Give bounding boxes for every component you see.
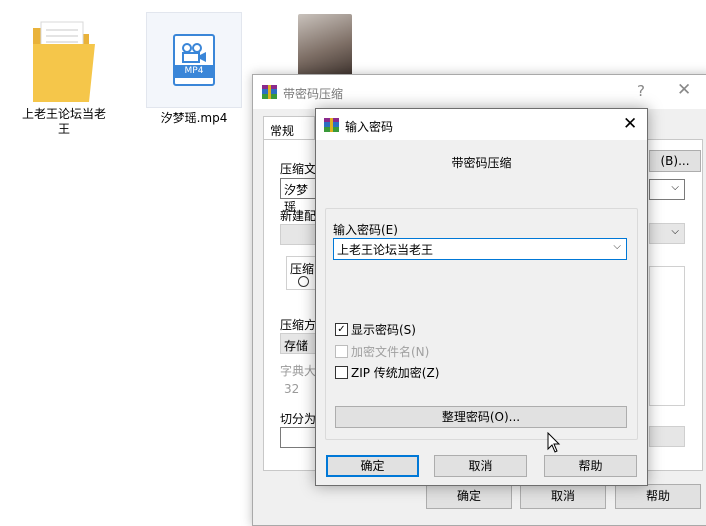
encrypt-filenames-checkbox[interactable]: 加密文件名(N) (335, 343, 429, 360)
dict-label: 字典大 (280, 364, 317, 378)
show-password-label: 显示密码(S) (351, 323, 416, 337)
mp4-label: 汐梦瑶.mp4 (160, 111, 228, 125)
checkbox-checked-icon[interactable]: ✓ (335, 323, 348, 336)
dialog-heading: 带密码压缩 (451, 156, 512, 170)
password-dialog-title: 输入密码 (345, 120, 394, 134)
password-value: 上老王论坛当老王 (337, 243, 434, 257)
new-profile-label: 新建配 (280, 209, 317, 223)
winrar-icon (262, 85, 277, 99)
checkbox-icon[interactable] (335, 345, 348, 358)
folder-icon (33, 21, 95, 102)
image-thumbnail (298, 14, 352, 78)
password-input[interactable]: 上老王论坛当老王 ⌵ (333, 238, 627, 260)
close-icon[interactable]: ✕ (677, 80, 691, 100)
folder-label: 上老王论坛当老 王 (21, 107, 106, 136)
camera-icon (182, 43, 206, 63)
chevron-down-icon: ⌵ (671, 226, 679, 237)
archive-format-label: 压缩 (290, 260, 315, 277)
archive-ok-button[interactable]: 确定 (426, 484, 512, 509)
profile-dropdown[interactable]: ⌵ (649, 223, 685, 244)
ok-button[interactable]: 确定 (326, 455, 419, 477)
archive-help-button[interactable]: 帮助 (615, 484, 701, 509)
archive-window-title: 带密码压缩 (283, 87, 344, 101)
archive-cancel-button[interactable]: 取消 (520, 484, 606, 509)
split-label: 切分为 (280, 412, 317, 426)
archive-name-label: 压缩文 (280, 162, 317, 176)
help-icon[interactable]: ? (637, 82, 645, 100)
zip-legacy-checkbox[interactable]: ZIP 传统加密(Z) (335, 364, 439, 381)
mp4-badge: MP4 (173, 65, 215, 78)
zip-legacy-label: ZIP 传统加密(Z) (351, 366, 440, 380)
dict-value: 32 (284, 382, 300, 396)
side-button[interactable] (649, 426, 685, 447)
mouse-pointer-icon (547, 432, 561, 453)
archive-window-titlebar[interactable]: 带密码压缩 ? ✕ (253, 75, 706, 109)
close-icon[interactable]: ✕ (623, 114, 637, 134)
browse-button[interactable]: (B)... (649, 150, 701, 172)
organize-passwords-button[interactable]: 整理密码(O)... (335, 406, 627, 428)
profile-field[interactable] (280, 224, 318, 245)
method-label: 压缩方 (280, 318, 317, 332)
help-button[interactable]: 帮助 (544, 455, 637, 477)
archive-name-field[interactable]: 汐梦瑶 (280, 178, 318, 214)
desktop-icon-folder[interactable]: 上老王论坛当老 王 (14, 14, 114, 137)
method-field[interactable]: 存储 (280, 333, 318, 354)
cancel-button[interactable]: 取消 (434, 455, 527, 477)
winrar-icon (324, 118, 339, 132)
mp4-thumbnail: MP4 (146, 12, 242, 108)
format-radio[interactable] (298, 276, 309, 287)
archive-name-dropdown[interactable]: ⌵ (649, 179, 685, 200)
desktop-icon-mp4[interactable]: MP4 汐梦瑶.mp4 (146, 12, 242, 126)
password-dialog: 输入密码 ✕ 带密码压缩 输入密码(E) 上老王论坛当老王 ⌵ ✓ 显示密码(S… (315, 108, 648, 486)
split-field[interactable] (280, 427, 318, 448)
password-label: 输入密码(E) (333, 223, 398, 237)
chevron-down-icon: ⌵ (671, 182, 679, 193)
options-list (649, 266, 685, 406)
show-password-checkbox[interactable]: ✓ 显示密码(S) (335, 321, 416, 338)
chevron-down-icon[interactable]: ⌵ (613, 241, 621, 252)
password-dialog-titlebar[interactable]: 输入密码 ✕ (316, 109, 647, 140)
tab-general[interactable]: 常规 (263, 116, 315, 140)
checkbox-icon[interactable] (335, 366, 348, 379)
video-file-icon: MP4 (173, 34, 215, 86)
desktop-icon-image[interactable] (298, 14, 352, 78)
encrypt-filenames-label: 加密文件名(N) (351, 345, 430, 359)
